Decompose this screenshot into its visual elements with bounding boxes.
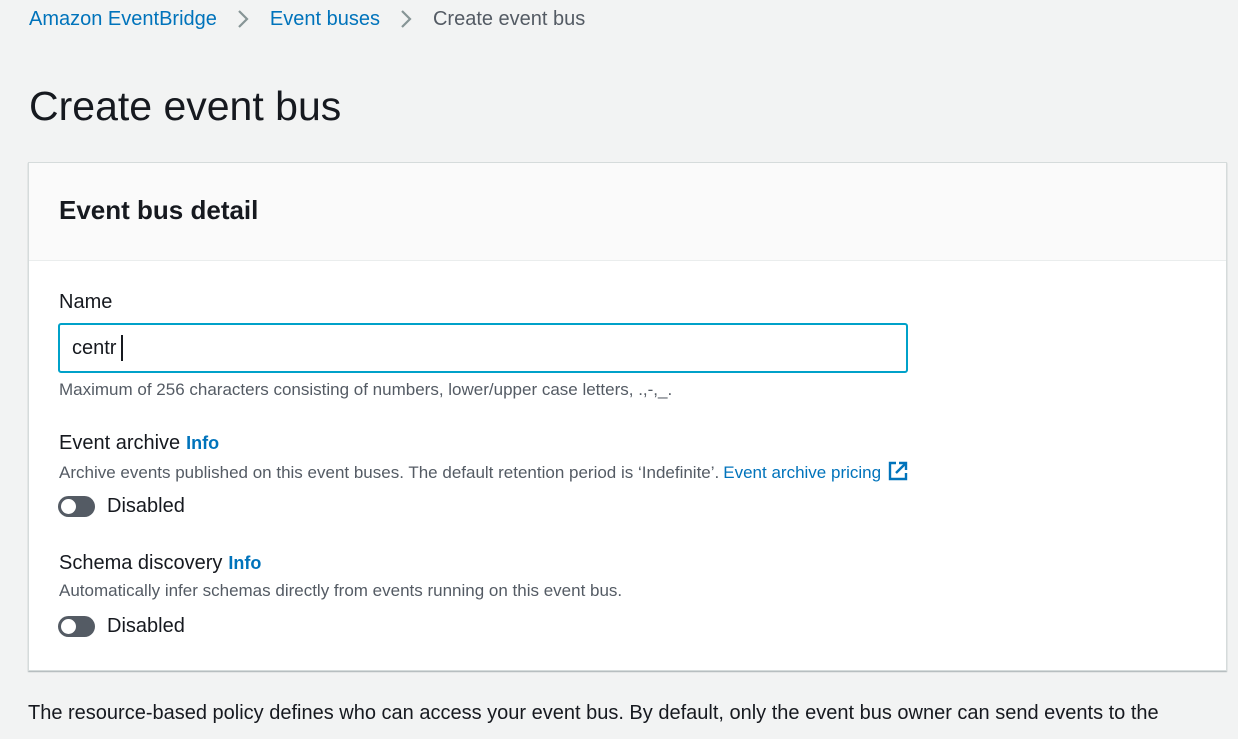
schema-discovery-toggle-row: Disabled <box>58 612 185 640</box>
name-input[interactable] <box>58 323 908 373</box>
chevron-right-icon <box>227 6 260 32</box>
chevron-right-icon <box>390 6 423 32</box>
schema-discovery-toggle-label: Disabled <box>107 614 185 637</box>
page-title: Create event bus <box>29 83 342 129</box>
breadcrumb-event-buses[interactable]: Event buses <box>270 8 380 31</box>
schema-discovery-info-link[interactable]: Info <box>228 553 261 573</box>
schema-discovery-description: Automatically infer schemas directly fro… <box>59 581 623 600</box>
resource-policy-description: The resource-based policy defines who ca… <box>28 702 1159 724</box>
name-help-text: Maximum of 256 characters consisting of … <box>59 380 673 399</box>
event-archive-description: Archive events published on this event b… <box>59 460 909 488</box>
panel-header: Event bus detail <box>29 163 1226 261</box>
event-archive-pricing-link[interactable]: Event archive pricing <box>723 463 881 482</box>
breadcrumb: Amazon EventBridge Event buses Create ev… <box>29 6 585 32</box>
schema-discovery-label-text: Schema discovery <box>59 552 223 574</box>
name-label: Name <box>59 291 113 313</box>
breadcrumb-current: Create event bus <box>432 7 586 30</box>
event-archive-toggle[interactable] <box>58 495 95 517</box>
schema-discovery-toggle[interactable] <box>58 615 95 637</box>
panel-title: Event bus detail <box>59 195 259 225</box>
toggle-knob <box>61 618 76 634</box>
event-archive-toggle-label: Disabled <box>107 494 185 517</box>
event-archive-label: Event archive Info <box>59 430 219 456</box>
toggle-knob <box>61 498 76 514</box>
event-archive-toggle-row: Disabled <box>58 492 185 520</box>
text-caret <box>121 335 123 361</box>
external-link-icon[interactable] <box>887 460 909 488</box>
schema-discovery-label: Schema discovery Info <box>59 550 261 576</box>
event-archive-description-text: Archive events published on this event b… <box>59 463 720 482</box>
event-archive-label-text: Event archive <box>59 432 181 454</box>
breadcrumb-amazon-eventbridge[interactable]: Amazon EventBridge <box>29 8 217 31</box>
event-archive-info-link[interactable]: Info <box>186 433 219 453</box>
event-bus-detail-panel: Event bus detail Name Maximum of 256 cha… <box>28 162 1227 671</box>
